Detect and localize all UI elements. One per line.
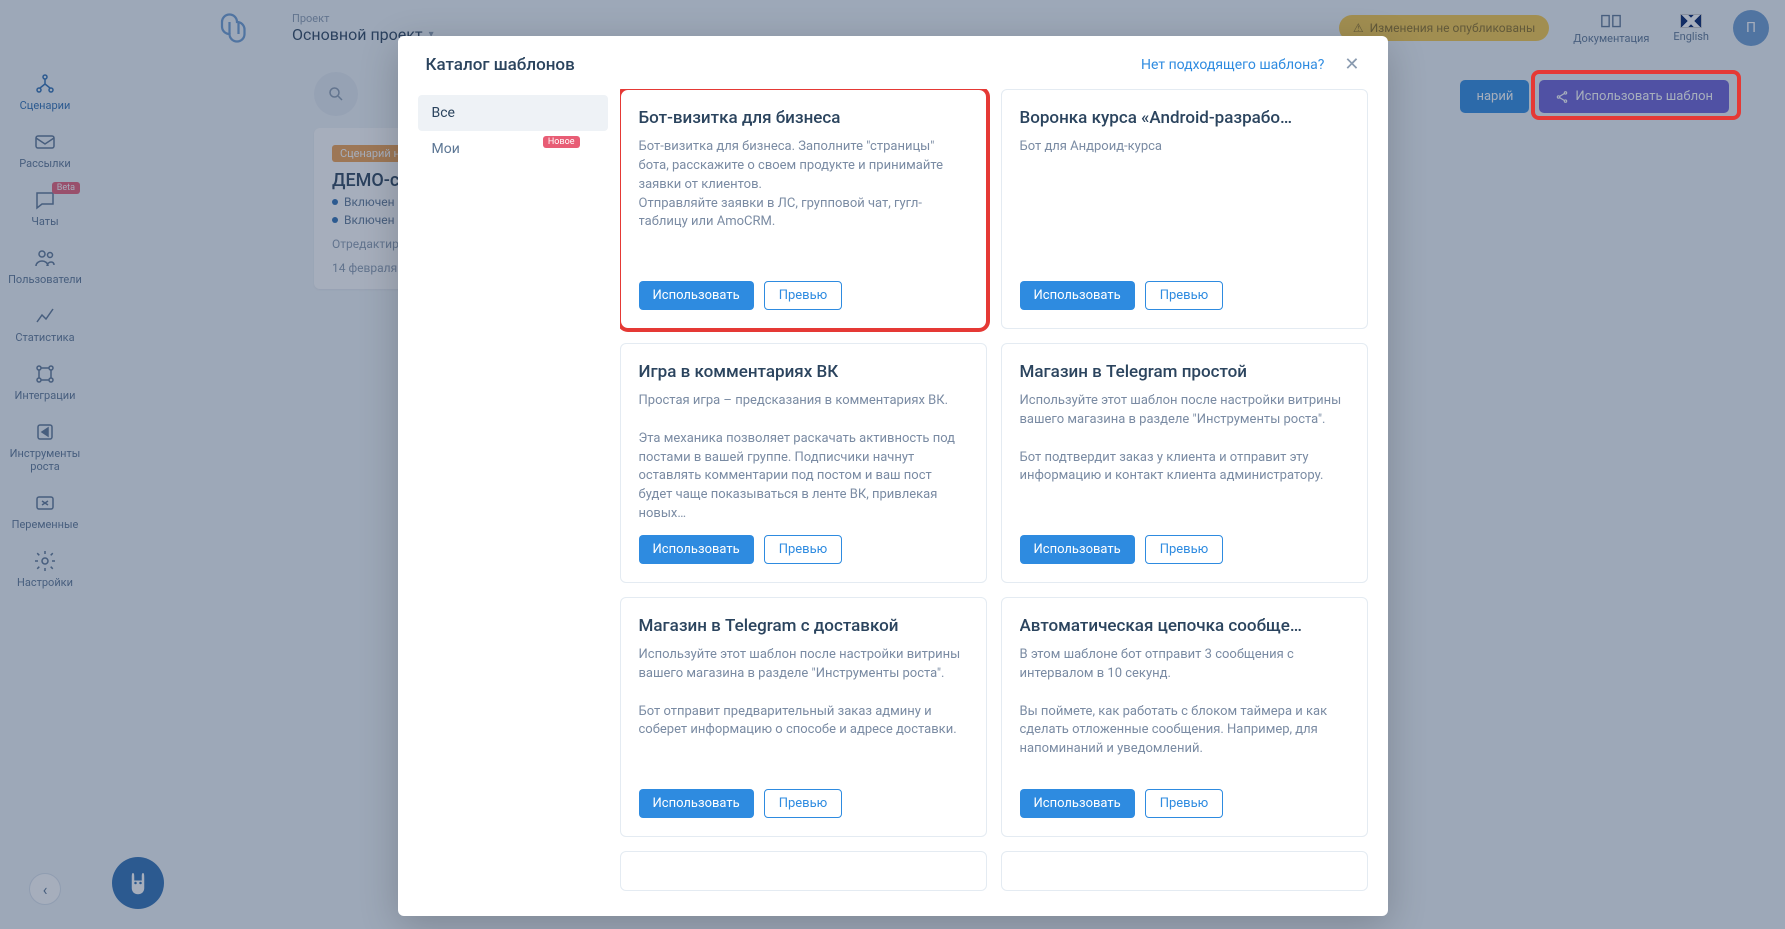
- template-card: Игра в комментариях ВК Простая игра – пр…: [620, 343, 987, 583]
- template-card: Бот-визитка для бизнеса Бот-визитка для …: [620, 89, 987, 329]
- no-template-link[interactable]: Нет подходящего шаблона?: [1141, 57, 1324, 73]
- template-card: Автоматическая цепочка сообще… В этом ша…: [1001, 597, 1368, 837]
- preview-button[interactable]: Превью: [1145, 281, 1224, 310]
- use-button[interactable]: Использовать: [639, 789, 754, 818]
- template-tabs: Все Мои Новое: [418, 89, 608, 896]
- template-catalog-modal: Каталог шаблонов Нет подходящего шаблона…: [398, 36, 1388, 916]
- preview-button[interactable]: Превью: [1145, 535, 1224, 564]
- template-desc: Используйте этот шаблон после настройки …: [639, 646, 968, 775]
- close-icon[interactable]: ✕: [1344, 54, 1359, 75]
- use-button[interactable]: Использовать: [1020, 281, 1135, 310]
- preview-button[interactable]: Превью: [764, 281, 843, 310]
- template-desc: В этом шаблоне бот отправит 3 сообщения …: [1020, 646, 1349, 775]
- use-button[interactable]: Использовать: [639, 281, 754, 310]
- template-title: Магазин в Telegram простой: [1020, 362, 1349, 382]
- template-card: Магазин в Telegram с доставкой Используй…: [620, 597, 987, 837]
- template-title: Бот-визитка для бизнеса: [639, 108, 968, 128]
- template-title: Магазин в Telegram с доставкой: [639, 616, 968, 636]
- use-button[interactable]: Использовать: [1020, 535, 1135, 564]
- template-card: Магазин в Telegram простой Используйте э…: [1001, 343, 1368, 583]
- modal-header: Каталог шаблонов Нет подходящего шаблона…: [398, 36, 1388, 89]
- preview-button[interactable]: Превью: [764, 789, 843, 818]
- template-card: Воронка курса «Android-разрабо… Бот для …: [1001, 89, 1368, 329]
- template-card: [1001, 851, 1368, 891]
- template-desc: Бот для Андроид-курса: [1020, 138, 1349, 267]
- template-desc: Используйте этот шаблон после настройки …: [1020, 392, 1349, 521]
- preview-button[interactable]: Превью: [1145, 789, 1224, 818]
- use-button[interactable]: Использовать: [1020, 789, 1135, 818]
- template-desc: Бот-визитка для бизнеса. Заполните "стра…: [639, 138, 968, 267]
- template-cards: Бот-визитка для бизнеса Бот-визитка для …: [620, 89, 1368, 896]
- template-desc: Простая игра – предсказания в комментари…: [639, 392, 968, 521]
- template-title: Воронка курса «Android-разрабо…: [1020, 108, 1349, 128]
- preview-button[interactable]: Превью: [764, 535, 843, 564]
- modal-title: Каталог шаблонов: [426, 55, 575, 75]
- use-button[interactable]: Использовать: [639, 535, 754, 564]
- new-badge: Новое: [543, 136, 580, 148]
- template-title: Автоматическая цепочка сообще…: [1020, 616, 1349, 636]
- tab-mine[interactable]: Мои Новое: [418, 131, 608, 167]
- template-title: Игра в комментариях ВК: [639, 362, 968, 382]
- tab-all[interactable]: Все: [418, 95, 608, 131]
- template-card: [620, 851, 987, 891]
